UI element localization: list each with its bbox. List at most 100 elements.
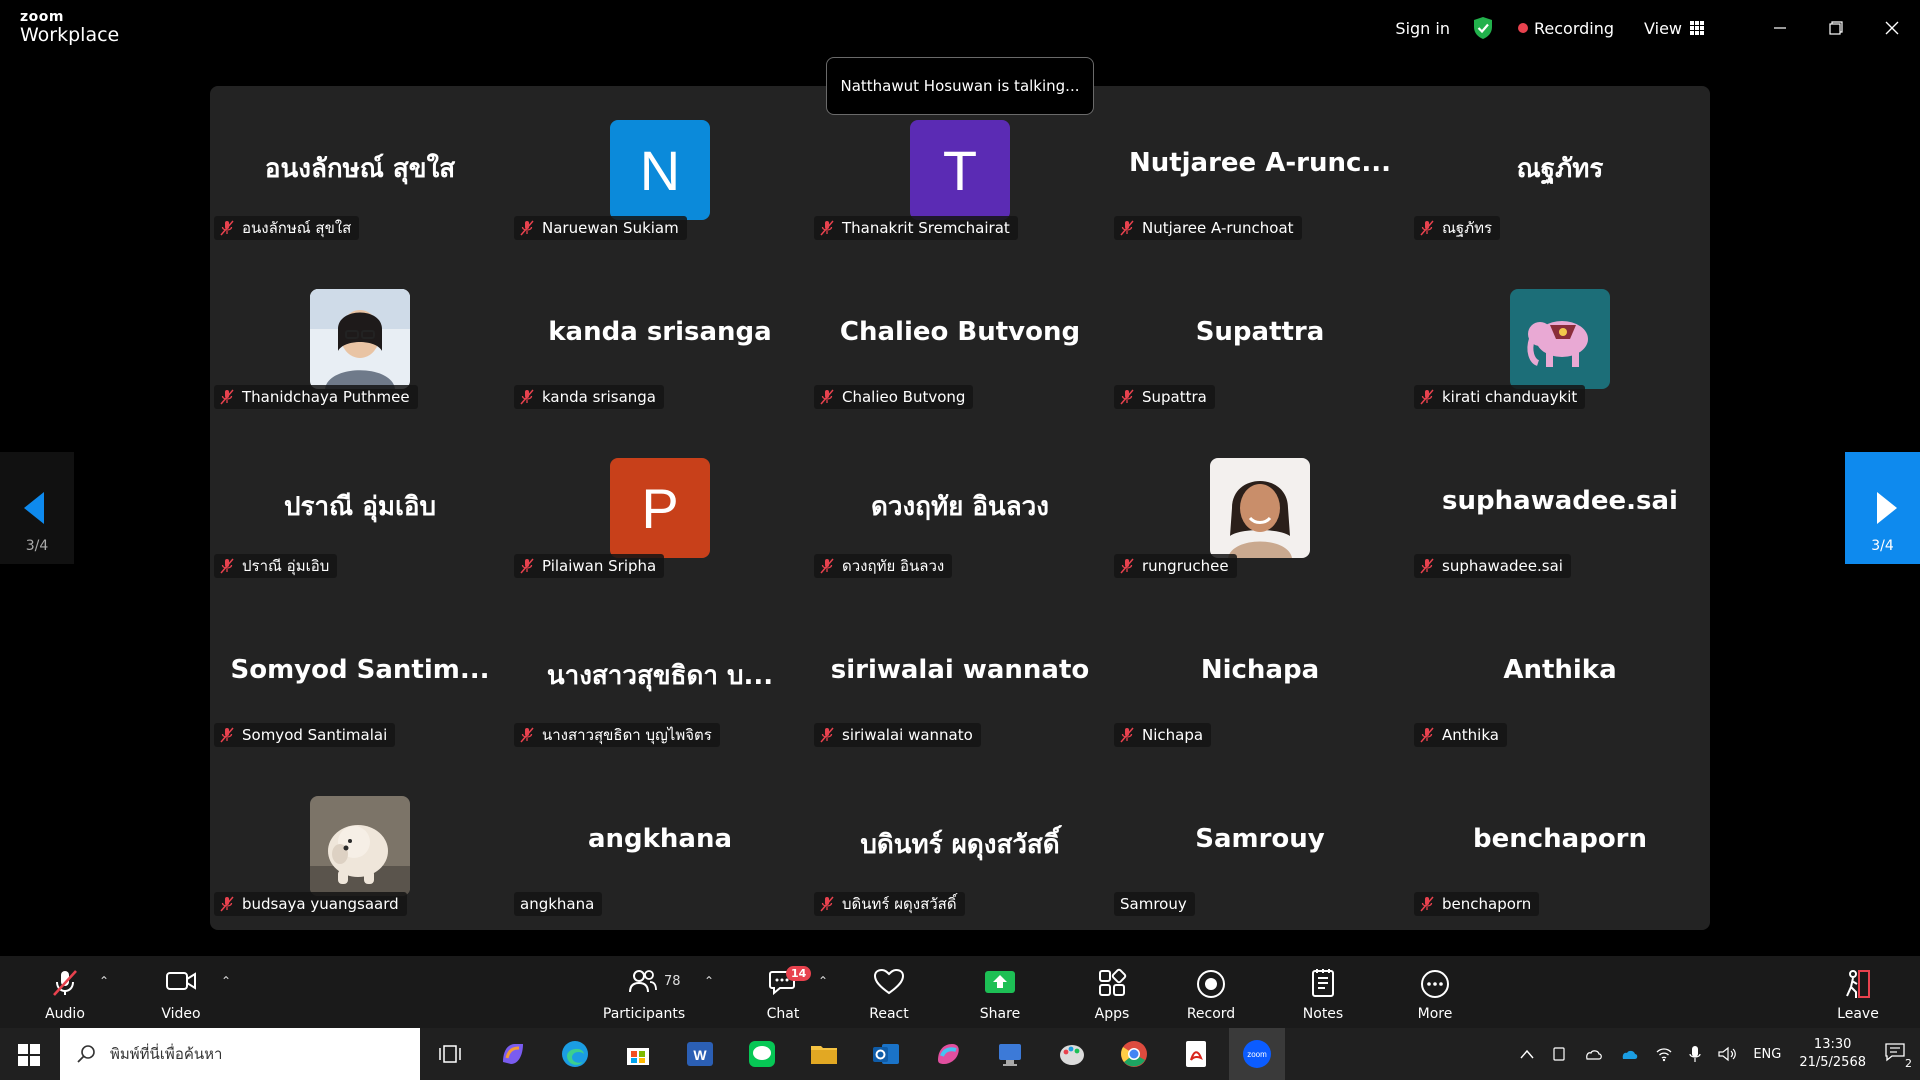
next-page-button[interactable]: 3/4	[1845, 452, 1920, 564]
chat-options-caret[interactable]: ⌃	[818, 974, 828, 988]
taskbar-clock[interactable]: 13:30 21/5/2568	[1799, 1036, 1866, 1072]
participant-tile[interactable]: suphawadee.sai suphawadee.sai	[1410, 424, 1710, 592]
minimize-button[interactable]	[1752, 0, 1808, 56]
line-app-icon[interactable]	[746, 1038, 778, 1070]
minimize-icon	[1774, 27, 1786, 29]
chrome-icon[interactable]	[1118, 1038, 1150, 1070]
security-shield-icon[interactable]	[1472, 16, 1494, 40]
participant-tile[interactable]: Thanidchaya Puthmee	[210, 255, 510, 423]
participant-tile[interactable]: ดวงฤทัย อินลวง ดวงฤทัย อินลวง	[810, 424, 1110, 592]
volume-icon[interactable]	[1717, 1046, 1737, 1062]
paint-icon[interactable]	[1056, 1038, 1088, 1070]
react-button[interactable]: React	[864, 956, 914, 1028]
participant-tile[interactable]: budsaya yuangsaard	[210, 762, 510, 930]
close-icon	[1885, 21, 1899, 35]
input-language-indicator[interactable]: ENG	[1753, 1047, 1781, 1062]
outlook-icon[interactable]	[870, 1038, 902, 1070]
participant-tile[interactable]: Anthika Anthika	[1410, 593, 1710, 761]
participant-display-name: benchaporn	[1472, 824, 1648, 854]
microsoft-365-icon[interactable]	[932, 1038, 964, 1070]
mic-muted-icon	[820, 896, 834, 912]
participant-tile[interactable]: N Naruewan Sukiam	[510, 86, 810, 254]
participant-name-label: Thanidchaya Puthmee	[214, 385, 418, 409]
wifi-icon[interactable]	[1655, 1046, 1673, 1062]
mic-muted-icon	[1420, 727, 1434, 743]
restore-button[interactable]	[1808, 0, 1864, 56]
participant-tile[interactable]: Nutjaree A-runc... Nutjaree A-runchoat	[1110, 86, 1410, 254]
participant-name: ณฐภัทร	[1442, 219, 1493, 237]
previous-page-button[interactable]: 3/4	[0, 452, 74, 564]
participant-name-label: benchaporn	[1414, 892, 1540, 916]
participant-display-name: ปราณี อุ่มเอิบ	[283, 492, 436, 522]
share-button[interactable]: Share	[975, 956, 1025, 1028]
system-tray: ENG 13:30 21/5/2568 2	[1511, 1028, 1920, 1080]
word-icon[interactable]: W	[684, 1038, 716, 1070]
windows-start-icon[interactable]	[18, 1044, 40, 1066]
page-indicator-left: 3/4	[25, 538, 49, 554]
mic-muted-icon	[820, 727, 834, 743]
leave-door-icon	[1846, 970, 1870, 998]
chat-button[interactable]: 14 Chat	[758, 956, 812, 1028]
recording-indicator[interactable]: Recording	[1518, 19, 1614, 38]
zoom-app-icon[interactable]: zoom	[1241, 1038, 1273, 1070]
microsoft-store-icon[interactable]	[622, 1038, 654, 1070]
onedrive-offline-icon[interactable]	[1583, 1047, 1603, 1061]
mic-muted-icon	[820, 220, 834, 236]
sign-in-link[interactable]: Sign in	[1395, 19, 1450, 38]
apps-icon	[1099, 968, 1127, 996]
participant-tile[interactable]: ปราณี อุ่มเอิบ ปราณี อุ่มเอิบ	[210, 424, 510, 592]
copilot-icon[interactable]	[497, 1038, 529, 1070]
participant-tile[interactable]: ณฐภัทร ณฐภัทร	[1410, 86, 1710, 254]
microphone-tray-icon[interactable]	[1689, 1045, 1701, 1063]
participant-tile[interactable]: siriwalai wannato siriwalai wannato	[810, 593, 1110, 761]
taskbar-search-box[interactable]: พิมพ์ที่นี่เพื่อค้นหา	[60, 1028, 420, 1080]
participant-display-name: Nichapa	[1200, 655, 1320, 685]
notes-button[interactable]: Notes	[1298, 956, 1348, 1028]
participant-name: Pilaiwan Sripha	[542, 557, 657, 575]
participant-tile[interactable]: benchaporn benchaporn	[1410, 762, 1710, 930]
video-button[interactable]: Video	[156, 956, 206, 1028]
participant-tile[interactable]: นางสาวสุขธิดา บ... นางสาวสุขธิดา บุญไพจิต…	[510, 593, 810, 761]
participant-tile[interactable]: angkhana angkhana	[510, 762, 810, 930]
view-button[interactable]: View	[1644, 19, 1704, 38]
participants-button[interactable]: 78 Participants	[600, 956, 688, 1028]
participant-tile[interactable]: Somyod Santim... Somyod Santimalai	[210, 593, 510, 761]
adobe-pdf-icon[interactable]	[1180, 1038, 1212, 1070]
close-button[interactable]	[1864, 0, 1920, 56]
participant-tile[interactable]: Supattra Supattra	[1110, 255, 1410, 423]
participant-tile[interactable]: Samrouy Samrouy	[1110, 762, 1410, 930]
participant-tile[interactable]: kirati chanduaykit	[1410, 255, 1710, 423]
participant-display-name: Somyod Santim...	[230, 655, 490, 685]
chat-unread-badge: 14	[786, 966, 812, 981]
woman-glasses-photo	[310, 289, 410, 389]
participant-tile[interactable]: rungruchee	[1110, 424, 1410, 592]
file-explorer-icon[interactable]	[808, 1038, 840, 1070]
participant-tile[interactable]: P Pilaiwan Sripha	[510, 424, 810, 592]
participant-tile[interactable]: บดินทร์ ผดุงสวัสดิ์ บดินทร์ ผดุงสวัสดิ์	[810, 762, 1110, 930]
participant-tile[interactable]: kanda srisanga kanda srisanga	[510, 255, 810, 423]
audio-label: Audio	[45, 1006, 85, 1022]
tray-chevron-up-icon[interactable]	[1519, 1048, 1535, 1060]
participant-tile[interactable]: Chalieo Butvong Chalieo Butvong	[810, 255, 1110, 423]
participant-name-label: Anthika	[1414, 723, 1507, 747]
participant-tile[interactable]: อนงลักษณ์ สุขใส อนงลักษณ์ สุขใส	[210, 86, 510, 254]
leave-button[interactable]: Leave	[1833, 956, 1883, 1028]
record-button[interactable]: Record	[1186, 956, 1236, 1028]
edge-browser-icon[interactable]	[559, 1038, 591, 1070]
gallery-view: อนงลักษณ์ สุขใส อนงลักษณ์ สุขใส N Naruewan …	[210, 86, 1710, 930]
onedrive-cloud-icon[interactable]	[1619, 1047, 1639, 1061]
notification-center-button[interactable]: 2	[1884, 1042, 1912, 1070]
task-view-icon[interactable]	[436, 1038, 468, 1070]
apps-button[interactable]: Apps	[1087, 956, 1137, 1028]
audio-button[interactable]: Audio	[40, 956, 90, 1028]
remote-desktop-icon[interactable]	[994, 1038, 1026, 1070]
participant-name-label: kanda srisanga	[514, 385, 664, 409]
recording-dot-icon	[1518, 23, 1528, 33]
audio-options-caret[interactable]: ⌃	[99, 974, 109, 988]
more-button[interactable]: More	[1410, 956, 1460, 1028]
participant-tile[interactable]: Nichapa Nichapa	[1110, 593, 1410, 761]
video-options-caret[interactable]: ⌃	[221, 974, 231, 988]
participant-name-label: Naruewan Sukiam	[514, 216, 687, 240]
participants-options-caret[interactable]: ⌃	[704, 974, 714, 988]
tray-device-icon[interactable]	[1551, 1046, 1567, 1062]
